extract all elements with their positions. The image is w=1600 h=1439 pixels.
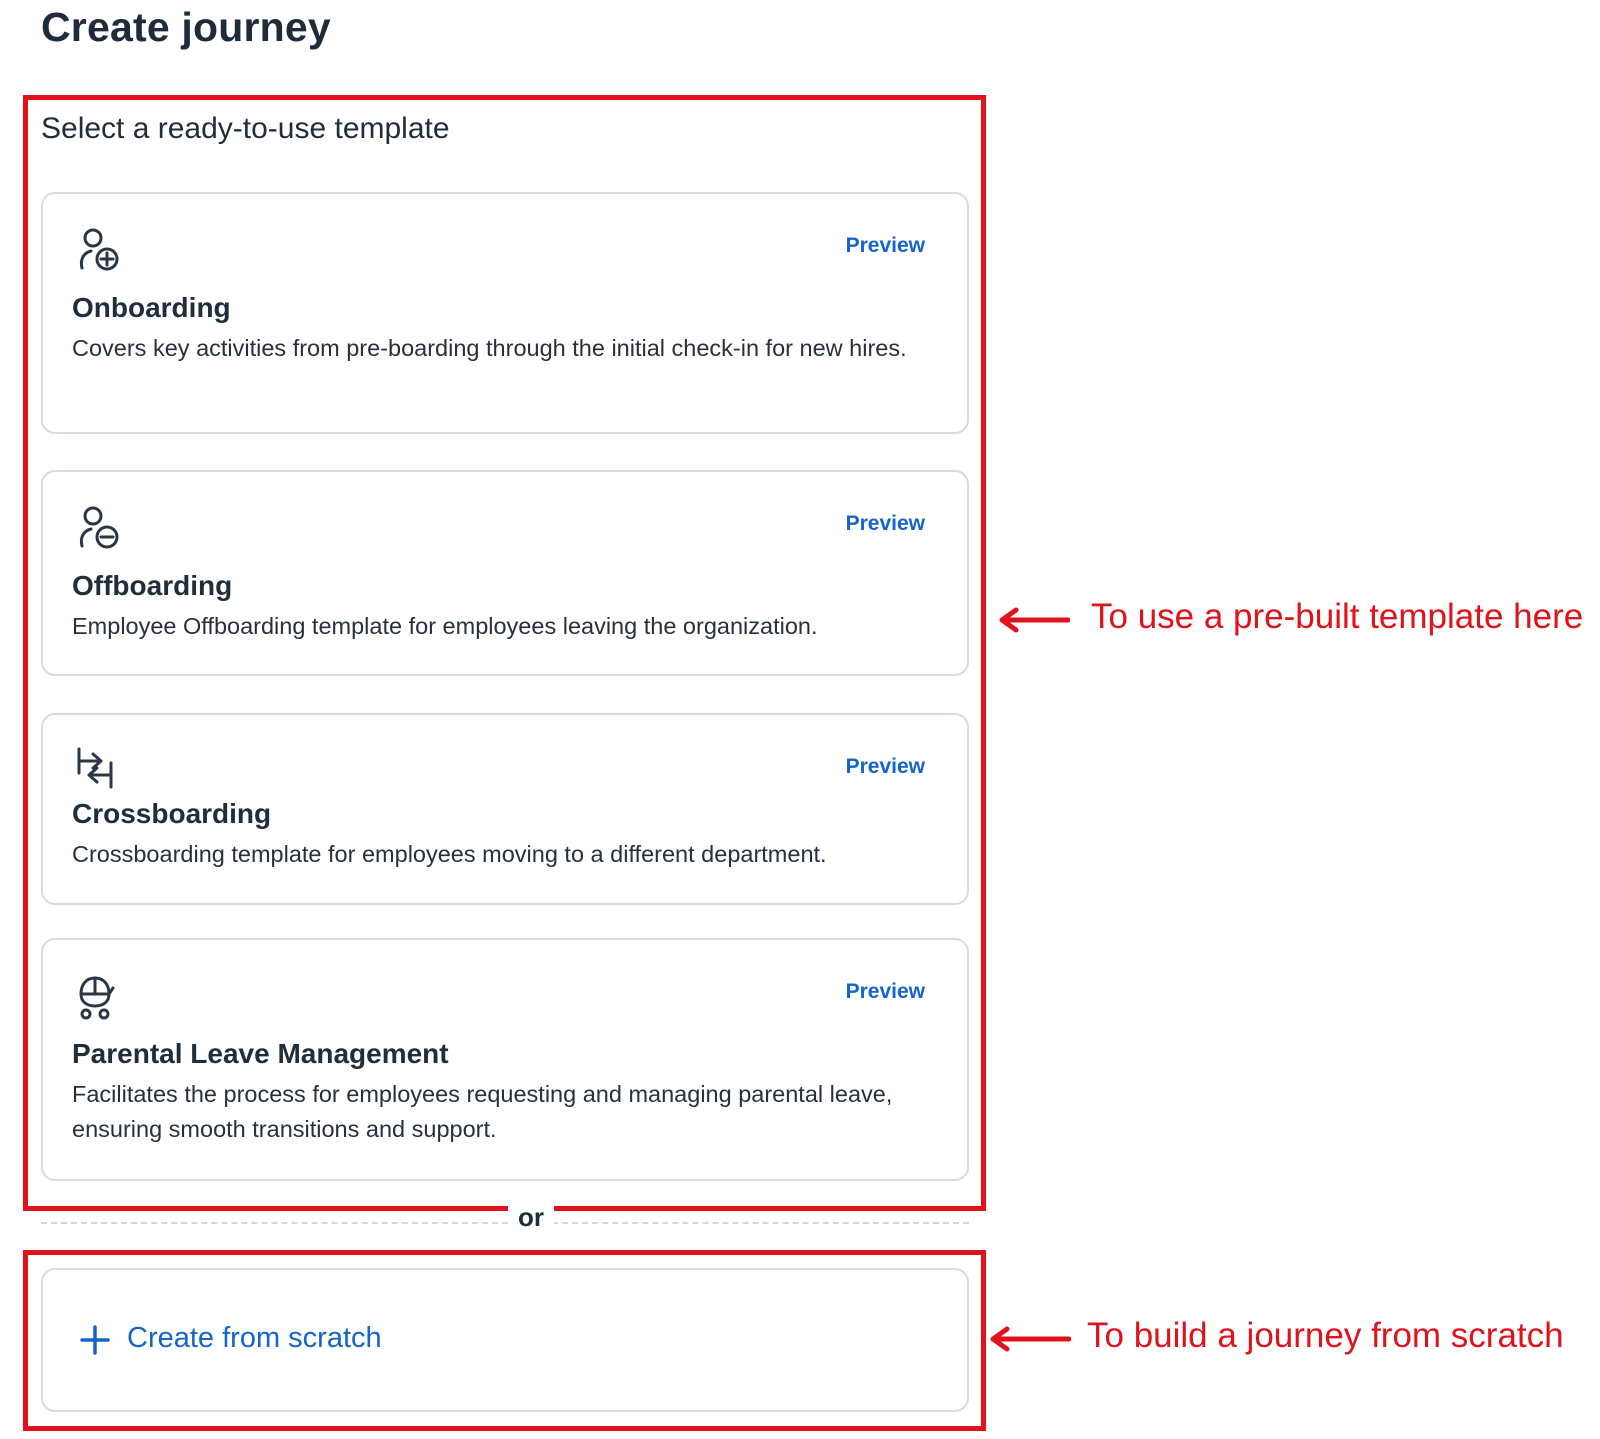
arrow-left-icon [989, 1324, 1072, 1354]
baby-stroller-icon [75, 974, 123, 1022]
transfer-arrows-icon [75, 745, 123, 793]
template-card-onboarding[interactable]: Preview Onboarding Covers key activities… [41, 192, 969, 434]
separator-label: or [508, 1202, 554, 1233]
page-title: Create journey [41, 4, 331, 50]
card-title: Onboarding [72, 292, 231, 323]
preview-link[interactable]: Preview [846, 980, 925, 1004]
card-title: Parental Leave Management [72, 1038, 449, 1069]
templates-section-heading: Select a ready-to-use template [41, 112, 450, 145]
person-remove-icon [75, 504, 123, 552]
person-add-icon [75, 226, 123, 274]
separator-line [41, 1222, 969, 1224]
template-card-crossboarding[interactable]: Preview Crossboarding Crossboarding temp… [41, 713, 969, 905]
card-description: Employee Offboarding template for employ… [72, 613, 818, 639]
template-card-parental-leave[interactable]: Preview Parental Leave Management Facili… [41, 938, 969, 1181]
card-description: Facilitates the process for employees re… [72, 1081, 893, 1142]
template-card-offboarding[interactable]: Preview Offboarding Employee Offboarding… [41, 470, 969, 676]
preview-link[interactable]: Preview [846, 234, 925, 258]
card-description: Covers key activities from pre-boarding … [72, 335, 907, 361]
preview-link[interactable]: Preview [846, 512, 925, 536]
card-description: Crossboarding template for employees mov… [72, 841, 827, 867]
annotation-scratch: To build a journey from scratch [1087, 1316, 1564, 1355]
arrow-left-icon [998, 605, 1071, 635]
create-from-scratch-label: Create from scratch [127, 1322, 382, 1354]
card-title: Offboarding [72, 570, 233, 601]
card-title: Crossboarding [72, 798, 272, 829]
create-from-scratch-button[interactable]: Create from scratch [41, 1268, 969, 1412]
preview-link[interactable]: Preview [846, 755, 925, 779]
annotation-template: To use a pre-built template here [1091, 597, 1584, 636]
plus-icon [79, 1324, 111, 1356]
